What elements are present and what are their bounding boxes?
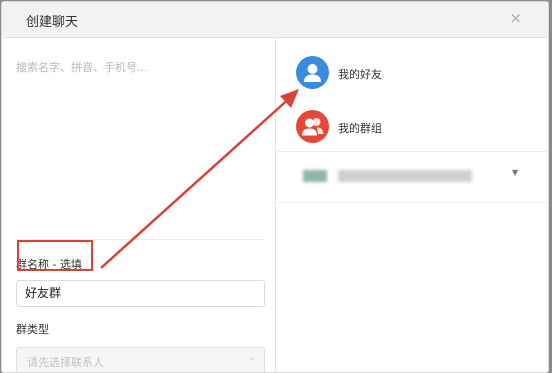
search-input[interactable] bbox=[16, 58, 256, 76]
left-panel: 群名称 - 选填 好友群 群类型 请先选择联系人 ⌄ bbox=[2, 38, 276, 372]
person-icon bbox=[296, 56, 329, 89]
group-name-field[interactable]: 好友群 bbox=[16, 280, 265, 307]
group-type-placeholder: 请先选择联系人 bbox=[27, 356, 104, 369]
blurred-name bbox=[338, 170, 472, 182]
group-icon bbox=[296, 110, 329, 143]
dialog-title: 创建聊天 bbox=[26, 15, 79, 30]
chevron-down-icon: ▼ bbox=[512, 168, 519, 177]
divider bbox=[16, 239, 265, 240]
chevron-down-icon: ⌄ bbox=[248, 353, 256, 363]
divider bbox=[276, 202, 548, 203]
blurred-avatar bbox=[303, 170, 327, 182]
close-icon[interactable]: × bbox=[509, 10, 522, 26]
dialog-titlebar: 创建聊天 × bbox=[2, 2, 548, 38]
menu-label-my-groups: 我的群组 bbox=[338, 122, 382, 135]
group-type-label: 群类型 bbox=[16, 323, 49, 336]
group-name-label: 群名称 - 选填 bbox=[16, 258, 82, 271]
menu-item-my-groups[interactable]: 我的群组 bbox=[276, 101, 548, 153]
menu-item-my-friends[interactable]: 我的好友 bbox=[276, 47, 548, 99]
blurred-contact-row[interactable]: ▼ bbox=[276, 150, 548, 202]
create-chat-dialog: 创建聊天 × 群名称 - 选填 好友群 群类型 请先选择联系人 ⌄ 我的好友 bbox=[1, 1, 549, 373]
right-panel: 我的好友 我的群组 ▼ bbox=[276, 38, 548, 372]
menu-label-my-friends: 我的好友 bbox=[338, 68, 382, 81]
group-type-select[interactable]: 请先选择联系人 ⌄ bbox=[16, 347, 265, 372]
